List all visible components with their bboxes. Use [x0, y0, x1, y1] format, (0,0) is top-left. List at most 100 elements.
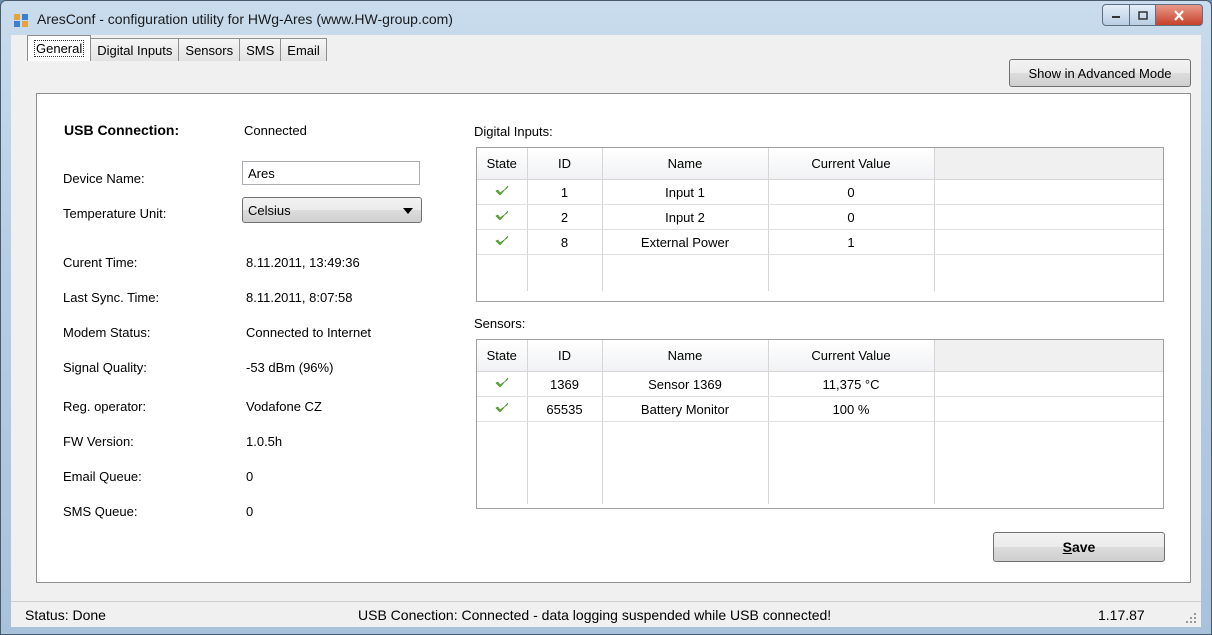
digital-inputs-grid[interactable]: State ID Name Current Value 1 Input 1 0: [476, 147, 1164, 302]
tab-strip: General Digital Inputs Sensors SMS Email: [27, 35, 327, 61]
filler-cell: [934, 229, 1163, 255]
column-header-state[interactable]: State: [477, 148, 528, 180]
filler-cell: [934, 255, 1163, 292]
dropdown-arrow-icon: [403, 208, 413, 214]
usb-connection-status: USB Conection: Connected - data logging …: [358, 607, 832, 623]
check-icon: [495, 377, 509, 387]
current-time-value: 8.11.2011, 13:49:36: [246, 255, 360, 270]
empty-cell: [768, 421, 935, 504]
device-name-field[interactable]: Ares: [242, 161, 420, 185]
check-icon: [495, 185, 509, 195]
filler-cell: [934, 179, 1163, 205]
empty-cell: [477, 254, 528, 291]
minimize-icon: [1112, 16, 1120, 18]
column-header-id[interactable]: ID: [527, 340, 603, 372]
last-sync-label: Last Sync. Time:: [63, 290, 160, 305]
app-icon: [14, 14, 28, 27]
title-bar[interactable]: AresConf - configuration utility for HWg…: [1, 1, 1211, 35]
window-title: AresConf - configuration utility for HWg…: [37, 11, 453, 27]
fw-version-value: 1.0.5h: [246, 434, 283, 449]
last-sync-value: 8.11.2011, 8:07:58: [246, 290, 353, 305]
column-header-name[interactable]: Name: [602, 340, 769, 372]
column-header-id[interactable]: ID: [527, 148, 603, 180]
sms-queue-label: SMS Queue:: [63, 504, 138, 519]
minimize-button[interactable]: [1102, 4, 1130, 26]
column-header-current-value[interactable]: Current Value: [768, 340, 935, 372]
empty-cell: [768, 254, 935, 291]
empty-cell: [527, 421, 603, 504]
maximize-button[interactable]: [1130, 4, 1156, 26]
tab-label: General: [34, 40, 85, 57]
maximize-icon: [1137, 10, 1148, 20]
value-cell: 1: [768, 229, 935, 255]
state-cell: [477, 204, 528, 230]
tab-digital-inputs[interactable]: Digital Inputs: [91, 38, 180, 61]
table-row[interactable]: 65535 Battery Monitor 100 %: [477, 396, 1163, 422]
id-cell: 8: [527, 229, 603, 255]
signal-quality-label: Signal Quality:: [63, 360, 147, 375]
state-cell: [477, 229, 528, 255]
table-row[interactable]: 1369 Sensor 1369 11,375 °C: [477, 371, 1163, 397]
device-name-label: Device Name:: [63, 171, 145, 186]
value-cell: 100 %: [768, 396, 935, 422]
sms-queue-value: 0: [246, 504, 254, 519]
empty-cell: [602, 254, 769, 291]
name-cell: Input 2: [602, 204, 769, 230]
temperature-unit-select[interactable]: Celsius: [242, 197, 422, 223]
filler-cell: [934, 396, 1163, 422]
digital-inputs-title: Digital Inputs:: [474, 124, 553, 139]
resize-grip-icon[interactable]: [1185, 612, 1197, 624]
column-header-name[interactable]: Name: [602, 148, 769, 180]
empty-cell: [527, 254, 603, 291]
tab-sensors[interactable]: Sensors: [179, 38, 241, 61]
window-controls: [1102, 4, 1203, 26]
name-cell: External Power: [602, 229, 769, 255]
save-label: Save: [1062, 539, 1096, 555]
state-cell: [477, 396, 528, 422]
value-cell: 11,375 °C: [768, 371, 935, 397]
tab-email[interactable]: Email: [281, 38, 327, 61]
usb-connection-value: Connected: [244, 123, 307, 138]
filler-cell: [934, 422, 1163, 505]
empty-cell: [602, 421, 769, 504]
email-queue-label: Email Queue:: [63, 469, 142, 484]
tab-sms[interactable]: SMS: [240, 38, 282, 61]
table-row[interactable]: 8 External Power 1: [477, 229, 1163, 255]
app-window: AresConf - configuration utility for HWg…: [0, 0, 1212, 635]
name-cell: Battery Monitor: [602, 396, 769, 422]
column-header-state[interactable]: State: [477, 340, 528, 372]
fw-version-label: FW Version:: [63, 434, 134, 449]
sensors-grid[interactable]: State ID Name Current Value 1369 Sensor …: [476, 339, 1164, 509]
id-cell: 2: [527, 204, 603, 230]
filler-cell: [934, 371, 1163, 397]
column-header-filler: [934, 340, 1163, 372]
column-header-current-value[interactable]: Current Value: [768, 148, 935, 180]
save-button[interactable]: Save: [993, 532, 1165, 562]
table-row[interactable]: 2 Input 2 0: [477, 204, 1163, 230]
check-icon: [495, 235, 509, 245]
status-bar: Status: Done USB Conection: Connected - …: [11, 601, 1201, 627]
empty-cell: [477, 421, 528, 504]
state-cell: [477, 371, 528, 397]
id-cell: 65535: [527, 396, 603, 422]
temperature-unit-value: Celsius: [248, 202, 291, 218]
status-text: Status: Done: [25, 607, 106, 623]
modem-status-label: Modem Status:: [63, 325, 151, 340]
general-tab-panel: USB Connection: Connected Device Name: A…: [36, 93, 1191, 583]
tab-general[interactable]: General: [27, 35, 92, 61]
email-queue-value: 0: [246, 469, 254, 484]
id-cell: 1: [527, 179, 603, 205]
show-advanced-mode-button[interactable]: Show in Advanced Mode: [1009, 59, 1191, 87]
sensors-title: Sensors:: [474, 316, 526, 331]
reg-operator-value: Vodafone CZ: [246, 399, 322, 414]
state-cell: [477, 179, 528, 205]
value-cell: 0: [768, 179, 935, 205]
close-icon: [1174, 9, 1184, 21]
filler-cell: [934, 204, 1163, 230]
modem-status-value: Connected to Internet: [246, 325, 372, 340]
table-row[interactable]: 1 Input 1 0: [477, 179, 1163, 205]
id-cell: 1369: [527, 371, 603, 397]
check-icon: [495, 210, 509, 220]
close-button[interactable]: [1156, 4, 1203, 26]
empty-row: [477, 421, 1163, 505]
